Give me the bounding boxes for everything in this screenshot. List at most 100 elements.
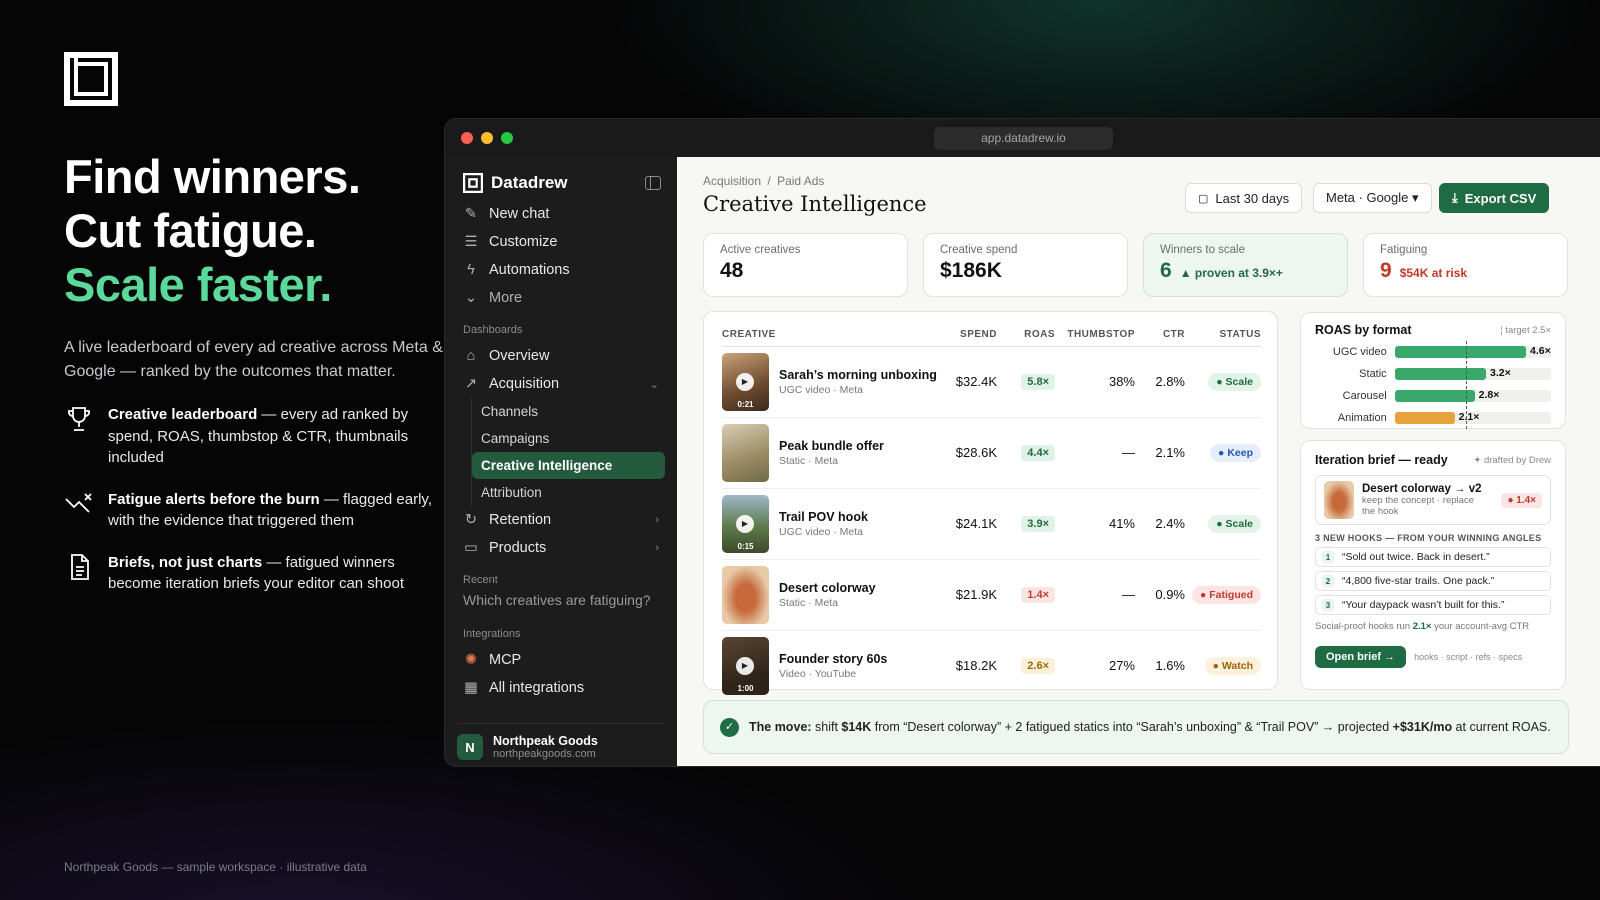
col-roas[interactable]: ROAS [997,324,1055,347]
roas-card-title: ROAS by format [1315,323,1412,337]
nav-campaigns[interactable]: Campaigns [472,425,665,452]
grid-icon: ▦ [464,680,478,696]
nav-customize[interactable]: ☰ Customize [457,228,665,256]
roas-bar-label: Static [1359,368,1387,380]
nav-retention[interactable]: ↻ Retention › [457,506,665,534]
nav-products[interactable]: ▭ Products › [457,534,665,562]
open-brief-button[interactable]: Open brief → [1315,646,1407,668]
chevron-right-icon: › [655,542,659,554]
headline-3: Scale faster. [64,258,332,311]
thumbnail[interactable]: ▶ 0:15 [722,494,769,553]
group-dashboards: Dashboards [463,324,523,336]
sidebar-toggle-icon[interactable] [645,176,661,190]
roas-bars: UGC video 4.6× Static 3.2× Carousel 2.8× Anima… [1315,341,1551,429]
main-content: Acquisition / Paid Ads Creative Intellig… [677,157,1600,766]
nav-all-integrations[interactable]: ▦ All integrations [457,674,665,702]
chevron-right-icon: › [655,514,659,526]
col-thumbstop[interactable]: THUMBSTOP [1055,324,1135,347]
play-icon[interactable]: ▶ [736,514,754,533]
col-ctr[interactable]: CTR [1135,324,1185,347]
table-row[interactable]: ▶ 1:00 Founder story 60s Video · YouTube $1… [722,630,1261,701]
hero-subtitle: A live leaderboard of every ad creative … [64,339,443,380]
iteration-brief-card: Iteration brief — ready ✦ drafted by Dre… [1300,440,1566,690]
creative-leaderboard: CREATIVE SPEND ROAS THUMBSTOP CTR STATUS… [703,311,1278,695]
roas-bar-value: 3.2× [1490,367,1511,379]
stat-fatiguing: Fatiguing 9 $54K at risk [1363,233,1568,297]
account-switcher[interactable]: N Northpeak Goods northpeakgoods.com [457,723,665,760]
recommendation-text: The move: shift $14K from “Desert colorw… [749,719,1551,734]
close-dot[interactable] [461,132,473,144]
brief-item[interactable]: Desert colorway → v2 keep the concept · … [1315,475,1551,525]
hook-item[interactable]: 3 “Your daypack wasn’t built for this.” [1315,595,1551,615]
calendar-icon: ▢ [1198,192,1209,205]
document-icon [71,553,89,580]
page-title: Creative Intelligence [703,192,927,216]
nav-new-chat[interactable]: ✎ New chat [457,200,665,228]
trend-down-icon [65,492,92,513]
recommendation-banner: ✓ The move: shift $14K from “Desert colo… [703,700,1569,754]
sliders-icon: ☰ [464,234,478,250]
roas-bar-track: 3.2× [1394,367,1551,380]
play-icon[interactable]: ▶ [736,656,754,675]
sidebar: Datadrew ✎ New chat ☰ Customize ϟ Automatio… [445,157,677,766]
table-row[interactable]: ▶ 0:21 Sarah’s morning unboxing UGC video ·… [722,346,1261,418]
leaderboard-table: CREATIVE SPEND ROAS THUMBSTOP CTR STATUS… [722,324,1261,701]
chevron-down-icon: ⌄ [464,290,478,306]
hero-section: Find winners. Cut fatigue. Scale faster.… [64,150,444,595]
table-row[interactable]: Desert colorway Static · Meta $21.9K 1.4×… [722,559,1261,631]
roas-bar-value: 2.8× [1478,389,1500,401]
stat-winners: Winners to scale 6 ▲ proven at 3.9×+ [1143,233,1348,297]
nav-creative-intelligence[interactable]: Creative Intelligence [472,452,665,479]
box-icon: ▭ [464,540,478,556]
table-row[interactable]: Peak bundle offer Static · Meta $28.6K 4.… [722,417,1261,489]
roas-bar [1394,412,1455,424]
hook-item[interactable]: 1 “Sold out twice. Back in desert.” [1315,547,1551,567]
roas-bar-track: 4.6× [1394,345,1551,358]
col-creative[interactable]: CREATIVE [722,324,937,347]
avatar: N [457,734,483,760]
nav-mcp[interactable]: ✺ MCP [457,646,665,674]
nav-more[interactable]: ⌄ More [457,284,665,312]
export-csv-button[interactable]: ⤓ Export CSV [1439,183,1550,213]
refresh-icon: ↻ [464,512,478,528]
breadcrumb-acquisition[interactable]: Acquisition [703,174,761,188]
thumbnail[interactable]: ▶ 0:21 [722,352,769,411]
account-name: Northpeak Goods [493,734,598,748]
thumbnail[interactable] [722,565,769,624]
url-bar[interactable]: app.datadrew.io [934,127,1113,150]
status-badge: ● Fatigued [1191,585,1261,604]
nav-attribution[interactable]: Attribution [472,479,665,506]
nav-automations[interactable]: ϟ Automations [457,256,665,284]
zoom-dot[interactable] [501,132,513,144]
bolt-icon: ϟ [467,262,475,278]
trophy-icon [68,407,90,431]
headline-2: Cut fatigue. [64,204,317,257]
target-line [1466,341,1468,429]
col-spend[interactable]: SPEND [937,324,997,347]
account-url: northpeakgoods.com [493,748,596,760]
roas-bar [1394,368,1487,380]
date-range-button[interactable]: ▢ Last 30 days [1185,183,1303,213]
col-status[interactable]: STATUS [1185,324,1261,347]
play-icon[interactable]: ▶ [736,372,754,391]
thumbnail[interactable]: ▶ 1:00 [722,636,769,695]
table-row[interactable]: ▶ 0:15 Trail POV hook UGC video · Meta $24.… [722,488,1261,560]
recent-item[interactable]: Which creatives are fatiguing? [457,592,665,616]
roas-bar-track: 2.1× [1394,411,1551,424]
platform-select[interactable]: Meta · Google ▾ [1313,183,1432,213]
breadcrumb: Acquisition / Paid Ads [703,174,825,188]
datadrew-logo-icon [463,173,483,193]
minimize-dot[interactable] [481,132,493,144]
group-recent: Recent [463,574,498,586]
breadcrumb-paid-ads[interactable]: Paid Ads [777,174,824,188]
roas-bar-row: Static 3.2× [1315,363,1551,385]
hook-item[interactable]: 2 “4,800 five-star trails. One pack.” [1315,571,1551,591]
feature-briefs: Briefs, not just charts — fatigued winne… [64,552,444,595]
thumbnail[interactable] [722,423,769,482]
drafted-label: ✦ drafted by Drew [1473,454,1551,466]
nav-overview[interactable]: ⌂ Overview [457,342,665,370]
nav-channels[interactable]: Channels [472,398,665,425]
footnote: Northpeak Goods — sample workspace · ill… [64,860,367,874]
nav-acquisition[interactable]: ↗ Acquisition ⌄ [457,370,665,398]
roas-bar-value: 4.6× [1529,345,1551,357]
